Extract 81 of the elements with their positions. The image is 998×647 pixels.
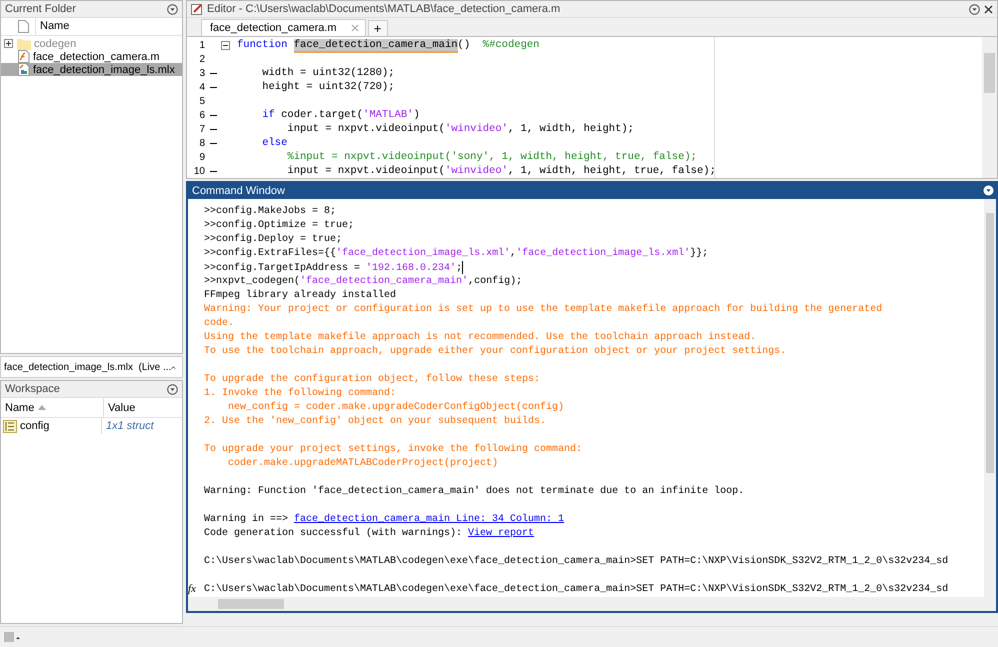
panel-title: Current Folder xyxy=(5,3,77,15)
breakpoint-marker[interactable] xyxy=(210,72,216,74)
command-output-line: To upgrade the configuration object, follow these steps: xyxy=(204,374,540,385)
breakpoint-marker[interactable] xyxy=(210,128,216,130)
status-indicator-icon[interactable] xyxy=(4,631,22,643)
column-header[interactable]: Name xyxy=(1,18,182,36)
line-number: 2 xyxy=(198,54,205,64)
close-icon[interactable] xyxy=(984,4,993,14)
command-output-line: To use the toolchain approach, upgrade either your configuration object or your project settings. xyxy=(204,346,786,357)
line-number: 6 xyxy=(198,110,205,120)
code-line: function face_detection_camera_main() %#codegen xyxy=(237,39,540,51)
expand-icon[interactable] xyxy=(4,39,13,48)
breakpoint-marker[interactable] xyxy=(210,114,216,116)
command-output-line: FFmpeg library already installed xyxy=(204,290,396,301)
vertical-scrollbar[interactable] xyxy=(984,199,996,597)
horizontal-scrollbar[interactable] xyxy=(188,597,996,611)
variable-value: 1x1 struct xyxy=(106,420,154,432)
line-number: 3 xyxy=(198,68,205,78)
vertical-scrollbar[interactable] xyxy=(982,37,997,178)
command-output-line: >>config.TargetIpAddress = '192.168.0.234'; xyxy=(204,263,464,274)
sort-up-icon xyxy=(38,405,46,410)
panel-menu-icon[interactable] xyxy=(969,4,980,14)
details-bar[interactable]: face_detection_image_ls.mlx (Live ... xyxy=(0,356,183,378)
panel-title: Command Window xyxy=(192,184,285,196)
struct-icon xyxy=(3,420,17,432)
code-line: height = uint32(720); xyxy=(261,81,395,93)
function-browser-icon[interactable]: fx xyxy=(188,583,196,595)
code-line: %input = nxpvt.videoinput('sony', 1, width, height, true, false); xyxy=(286,151,697,163)
line-number: 1 xyxy=(198,40,205,50)
panel-title: Workspace xyxy=(5,383,61,395)
breakpoint-marker[interactable] xyxy=(210,142,216,144)
command-output-line: >>config.MakeJobs = 8; xyxy=(204,206,336,217)
command-output-line: Warning in ==> face_detection_camera_main Line: 34 Column: 1 xyxy=(204,514,564,525)
command-output-line: C:\Users\waclab\Documents\MATLAB\codegen\exe\face_detection_camera_main>SET PATH=C:\NXP\VisionSDK_S32V2_RTM_1_2_0\s32v234_sd xyxy=(204,556,948,567)
command-output-line: Warning: Function 'face_detection_camera_main' does not terminate due to an infinite loop. xyxy=(204,486,744,497)
code-line: input = nxpvt.videoinput('winvideo', 1, width, height); xyxy=(286,123,634,135)
line-number: 4 xyxy=(198,82,205,92)
line-number: 10 xyxy=(192,166,205,176)
column-header[interactable]: Value xyxy=(104,398,136,417)
editor-tab[interactable]: face_detection_camera.m xyxy=(201,19,366,36)
command-output-line: code. xyxy=(204,318,234,329)
collapse-icon[interactable] xyxy=(221,40,230,50)
line-number: 8 xyxy=(198,138,205,148)
command-output-line: coder.make.upgradeMATLABCoderProject(project) xyxy=(227,458,498,469)
command-output-line: To upgrade your project settings, invoke the following command: xyxy=(204,444,582,455)
breakpoint-marker[interactable] xyxy=(210,86,216,88)
code-line: else xyxy=(261,137,288,149)
code-line: width = uint32(1280); xyxy=(261,67,395,79)
command-output-line: 1. Invoke the following command: xyxy=(204,388,396,399)
line-number: 9 xyxy=(198,152,205,162)
live-script-icon xyxy=(17,63,30,76)
column-header[interactable]: Name xyxy=(1,398,104,417)
file-icon xyxy=(18,20,29,33)
pencil-icon xyxy=(191,3,203,15)
chevron-up-icon[interactable] xyxy=(171,364,176,370)
breakpoint-marker[interactable] xyxy=(210,170,216,172)
code-line: input = nxpvt.videoinput('winvideo', 1, width, height, true, false); xyxy=(286,165,716,177)
file-item[interactable]: face_detection_camera.m xyxy=(1,50,182,63)
panel-menu-icon[interactable] xyxy=(983,185,994,196)
command-output-line: >>config.ExtraFiles={{'face_detection_image_ls.xml','face_detection_image_ls.xml'}}; xyxy=(204,248,708,259)
file-item[interactable]: codegen xyxy=(1,37,182,50)
command-output-line: new_config = coder.make.upgradeCoderConfigObject(config) xyxy=(227,402,564,413)
command-output-line: >>config.Deploy = true; xyxy=(204,234,342,245)
panel-menu-icon[interactable] xyxy=(167,4,178,14)
line-number: 5 xyxy=(198,96,205,106)
command-output-line: Using the template makefile approach is not recommended. Use the toolchain approach instead. xyxy=(204,332,756,343)
command-output-line: C:\Users\waclab\Documents\MATLAB\codegen\exe\face_detection_camera_main>SET PATH=C:\NXP\VisionSDK_S32V2_RTM_1_2_0\s32v234_sd xyxy=(204,584,948,595)
command-output-line: >>config.Optimize = true; xyxy=(204,220,354,231)
panel-menu-icon[interactable] xyxy=(167,384,178,394)
file-item[interactable]: face_detection_image_ls.mlx xyxy=(1,63,182,76)
code-line: if coder.target('MATLAB') xyxy=(261,109,420,121)
command-output-line: Code generation successful (with warnings): View report xyxy=(204,528,534,539)
folder-icon xyxy=(17,38,31,50)
line-number: 7 xyxy=(198,124,205,134)
command-output-line: 2. Use the 'new_config' object on your subsequent builds. xyxy=(204,416,546,427)
add-tab-button[interactable]: + xyxy=(368,20,388,36)
command-output-line: >>nxpvt_codegen('face_detection_camera_main',config); xyxy=(204,276,522,287)
script-file-icon xyxy=(17,50,30,63)
command-output-line: Warning: Your project or configuration is set up to use the template makefile approach for building the generated xyxy=(204,304,882,315)
variable-name[interactable]: config xyxy=(20,420,50,432)
editor-title: Editor - C:\Users\waclab\Documents\MATLAB\face_detection_camera.m xyxy=(207,3,560,15)
